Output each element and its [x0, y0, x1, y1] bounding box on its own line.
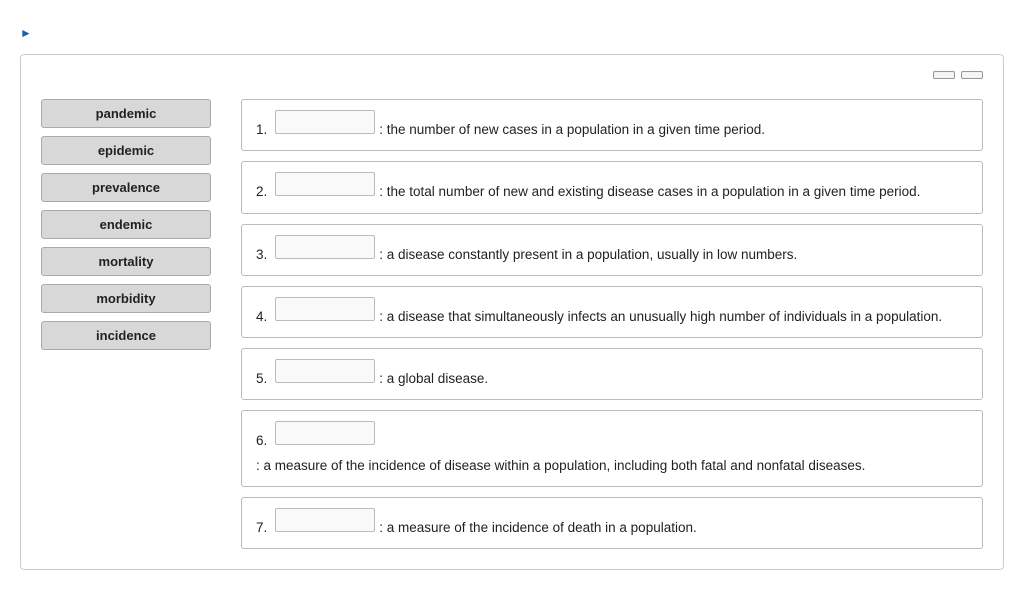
drop-zone[interactable] [275, 110, 375, 134]
sentence-box: 7. : a measure of the incidence of death… [241, 497, 983, 549]
hint-arrow-icon: ► [20, 26, 32, 40]
drop-zone[interactable] [275, 508, 375, 532]
sentence-box: 4. : a disease that simultaneously infec… [241, 286, 983, 338]
sentence-box: 1. : the number of new cases in a popula… [241, 99, 983, 151]
sentence-box: 2. : the total number of new and existin… [241, 161, 983, 213]
word-chip[interactable]: morbidity [41, 284, 211, 313]
drop-zone[interactable] [275, 421, 375, 445]
drop-zone[interactable] [275, 359, 375, 383]
sentence-text: : the total number of new and existing d… [379, 182, 920, 202]
top-buttons-area [41, 71, 983, 79]
drop-zone[interactable] [275, 235, 375, 259]
sentence-text: : a disease that simultaneously infects … [379, 307, 942, 327]
drop-zone[interactable] [275, 297, 375, 321]
hint-link[interactable]: ► [20, 26, 1004, 40]
sentence-text: : the number of new cases in a populatio… [379, 120, 765, 140]
sentence-text: : a disease constantly present in a popu… [379, 245, 797, 265]
sentence-box: 6. : a measure of the incidence of disea… [241, 410, 983, 487]
word-bank: pandemic epidemic prevalence endemic mortali… [41, 99, 211, 350]
sentence-box: 3. : a disease constantly present in a p… [241, 224, 983, 276]
sentence-number: 3. [256, 245, 267, 265]
sentence-number: 1. [256, 120, 267, 140]
drop-zone[interactable] [275, 172, 375, 196]
sentence-number: 5. [256, 369, 267, 389]
sentence-text: : a measure of the incidence of death in… [379, 518, 696, 538]
word-chip[interactable]: incidence [41, 321, 211, 350]
sentences-area: 1. : the number of new cases in a popula… [241, 99, 983, 549]
word-chip[interactable]: pandemic [41, 99, 211, 128]
sentence-number: 4. [256, 307, 267, 327]
sentence-number: 2. [256, 182, 267, 202]
word-chip[interactable]: endemic [41, 210, 211, 239]
help-button[interactable] [961, 71, 983, 79]
content-area: pandemic epidemic prevalence endemic mortali… [41, 99, 983, 549]
main-container: pandemic epidemic prevalence endemic mortali… [20, 54, 1004, 570]
word-chip[interactable]: prevalence [41, 173, 211, 202]
sentence-text: : a measure of the incidence of disease … [256, 456, 865, 476]
word-chip[interactable]: mortality [41, 247, 211, 276]
sentence-text: : a global disease. [379, 369, 488, 389]
word-chip[interactable]: epidemic [41, 136, 211, 165]
reset-button[interactable] [933, 71, 955, 79]
sentence-box: 5. : a global disease. [241, 348, 983, 400]
sentence-number: 7. [256, 518, 267, 538]
sentence-number: 6. [256, 431, 267, 451]
